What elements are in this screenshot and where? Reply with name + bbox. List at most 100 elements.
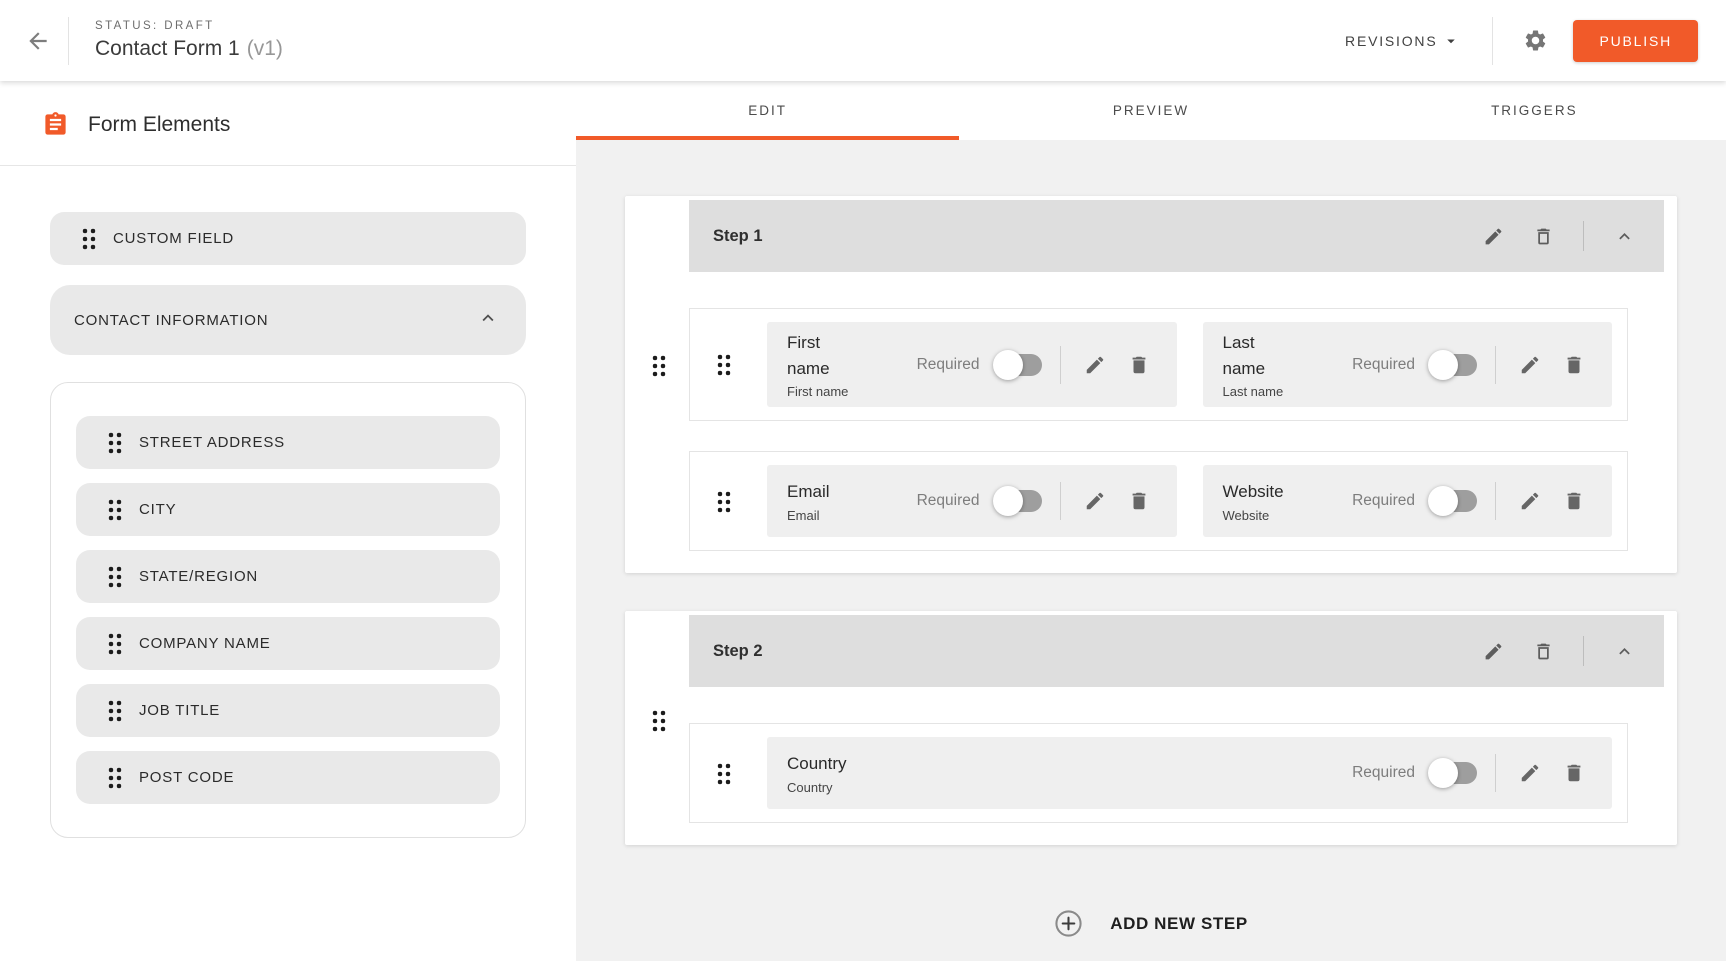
trash-icon — [1128, 354, 1150, 376]
page-title: Contact Form 1 — [95, 37, 240, 61]
tab-triggers[interactable]: TRIGGERS — [1343, 81, 1726, 140]
sidebar-item-label: POST CODE — [139, 769, 234, 786]
gear-icon — [1523, 28, 1548, 53]
required-toggle[interactable] — [1431, 354, 1477, 376]
sidebar-item-street-address[interactable]: STREET ADDRESS — [76, 416, 500, 469]
edit-field-button[interactable] — [1512, 347, 1548, 383]
drag-handle-icon[interactable] — [716, 490, 731, 513]
pencil-icon — [1519, 354, 1541, 376]
divider — [1060, 346, 1061, 384]
required-toggle[interactable] — [1431, 762, 1477, 784]
form-canvas: Step 1 — [576, 140, 1726, 961]
plus-circle-icon — [1054, 909, 1083, 938]
step-title: Step 2 — [713, 642, 763, 661]
drag-handle-icon[interactable] — [107, 632, 122, 655]
field-label: Website — [1223, 479, 1284, 505]
add-new-step-label: ADD NEW STEP — [1110, 914, 1248, 934]
revisions-button[interactable]: REVISIONS — [1339, 22, 1466, 60]
delete-field-button[interactable] — [1556, 755, 1592, 791]
required-label: Required — [1352, 764, 1415, 782]
sidebar-item-state-region[interactable]: STATE/REGION — [76, 550, 500, 603]
edit-step-button[interactable] — [1475, 633, 1511, 669]
drag-handle-icon[interactable] — [107, 565, 122, 588]
tab-preview[interactable]: PREVIEW — [959, 81, 1342, 140]
collapse-step-button[interactable] — [1606, 218, 1642, 254]
field-row: Email Email Required — [689, 451, 1628, 551]
step-header: Step 2 — [689, 615, 1664, 687]
field-label: Country — [787, 751, 847, 777]
required-toggle[interactable] — [1431, 490, 1477, 512]
delete-field-button[interactable] — [1556, 483, 1592, 519]
contact-information-group-card: STREET ADDRESS CITY STATE/REGION COMPANY… — [50, 382, 526, 838]
sidebar-item-custom-field[interactable]: CUSTOM FIELD — [50, 212, 526, 265]
delete-field-button[interactable] — [1121, 347, 1157, 383]
sidebar-item-post-code[interactable]: POST CODE — [76, 751, 500, 804]
drag-handle-icon[interactable] — [107, 498, 122, 521]
sidebar-item-job-title[interactable]: JOB TITLE — [76, 684, 500, 737]
divider — [1583, 221, 1584, 251]
collapse-step-button[interactable] — [1606, 633, 1642, 669]
drag-handle-icon[interactable] — [107, 766, 122, 789]
field-name: Last name — [1223, 384, 1293, 399]
divider — [1492, 17, 1493, 65]
sidebar-item-label: STATE/REGION — [139, 568, 258, 585]
required-label: Required — [917, 492, 980, 510]
sidebar-item-label: COMPANY NAME — [139, 635, 271, 652]
sidebar-item-company-name[interactable]: COMPANY NAME — [76, 617, 500, 670]
drag-handle-icon[interactable] — [107, 699, 122, 722]
step-drag-handle[interactable] — [651, 354, 666, 377]
required-label: Required — [1352, 492, 1415, 510]
drag-handle-icon[interactable] — [107, 431, 122, 454]
pencil-icon — [1483, 226, 1504, 247]
delete-step-button[interactable] — [1525, 218, 1561, 254]
drag-handle-icon[interactable] — [716, 762, 731, 785]
required-toggle[interactable] — [996, 490, 1042, 512]
field-label: First name — [787, 330, 857, 381]
edit-step-button[interactable] — [1475, 218, 1511, 254]
delete-field-button[interactable] — [1556, 347, 1592, 383]
drag-handle-icon[interactable] — [81, 227, 96, 250]
edit-field-button[interactable] — [1512, 755, 1548, 791]
version-label: (v1) — [247, 37, 283, 61]
step-drag-handle[interactable] — [651, 709, 666, 732]
sidebar-item-label: JOB TITLE — [139, 702, 220, 719]
divider — [1060, 482, 1061, 520]
step-title: Step 1 — [713, 227, 763, 246]
pencil-icon — [1519, 762, 1541, 784]
caret-down-icon — [1442, 32, 1460, 50]
top-bar: STATUS: DRAFT Contact Form 1 (v1) REVISI… — [0, 0, 1726, 81]
field-row: Country Country Required — [689, 723, 1628, 823]
delete-field-button[interactable] — [1121, 483, 1157, 519]
required-label: Required — [1352, 356, 1415, 374]
edit-field-button[interactable] — [1077, 347, 1113, 383]
tab-edit[interactable]: EDIT — [576, 81, 959, 140]
chevron-up-icon — [477, 307, 499, 329]
collapse-group-button[interactable] — [477, 307, 499, 334]
drag-handle-icon[interactable] — [716, 353, 731, 376]
trash-icon — [1128, 490, 1150, 512]
toggle-knob — [993, 486, 1023, 516]
field-card-email: Email Email Required — [767, 465, 1177, 537]
field-card-first-name: First name First name Required — [767, 322, 1177, 407]
chevron-up-icon — [1614, 226, 1635, 247]
sidebar-item-label: CITY — [139, 501, 176, 518]
settings-button[interactable] — [1515, 21, 1555, 61]
edit-field-button[interactable] — [1077, 483, 1113, 519]
back-button[interactable] — [14, 17, 62, 65]
publish-button[interactable]: PUBLISH — [1573, 20, 1698, 62]
group-label: CONTACT INFORMATION — [74, 312, 268, 329]
revisions-label: REVISIONS — [1345, 33, 1437, 49]
back-arrow-icon — [25, 28, 51, 54]
sidebar-item-city[interactable]: CITY — [76, 483, 500, 536]
form-elements-sidebar: Form Elements CUSTOM FIELD CONTACT INFOR… — [0, 81, 576, 961]
sidebar-group-contact-information[interactable]: CONTACT INFORMATION — [50, 285, 526, 355]
trash-icon — [1533, 641, 1554, 662]
add-new-step-button[interactable]: ADD NEW STEP — [625, 909, 1677, 938]
divider — [68, 17, 69, 65]
required-toggle[interactable] — [996, 354, 1042, 376]
delete-step-button[interactable] — [1525, 633, 1561, 669]
edit-field-button[interactable] — [1512, 483, 1548, 519]
trash-icon — [1563, 354, 1585, 376]
pencil-icon — [1084, 354, 1106, 376]
trash-icon — [1533, 226, 1554, 247]
